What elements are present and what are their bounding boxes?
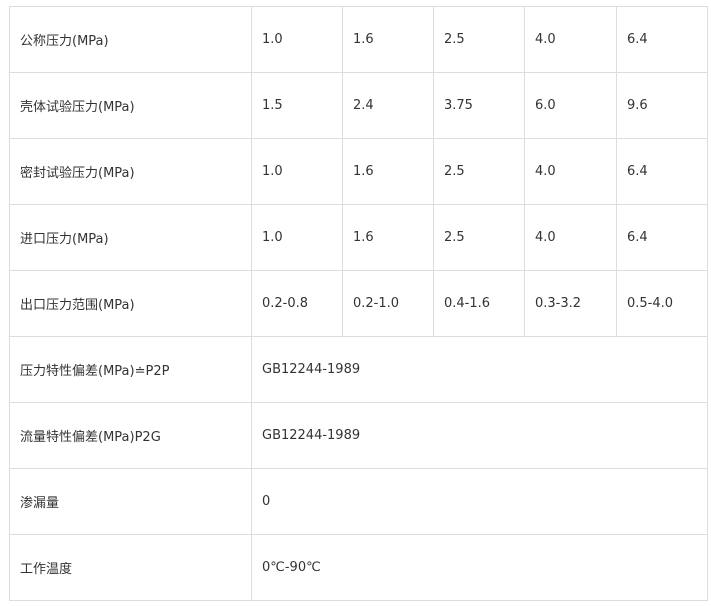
table-cell: 9.6	[616, 72, 708, 139]
row-label: 进口压力(MPa)	[9, 204, 252, 271]
table-cell: 1.5	[251, 72, 343, 139]
table-row: 压力特性偏差(MPa)≐P2P GB12244-1989	[9, 336, 708, 403]
table-cell: 1.6	[342, 204, 434, 271]
table-row: 密封试验压力(MPa) 1.0 1.6 2.5 4.0 6.4	[9, 138, 708, 205]
table-cell: 4.0	[524, 138, 617, 205]
table-cell: 6.4	[616, 6, 708, 73]
table-row: 流量特性偏差(MPa)P2G GB12244-1989	[9, 402, 708, 469]
table-cell-merged: 0℃-90℃	[251, 534, 708, 601]
table-cell: 2.5	[433, 138, 525, 205]
row-label: 壳体试验压力(MPa)	[9, 72, 252, 139]
table-cell: 0.3-3.2	[524, 270, 617, 337]
table-cell: 1.0	[251, 204, 343, 271]
table-cell: 0.2-0.8	[251, 270, 343, 337]
table-cell: 4.0	[524, 6, 617, 73]
table-cell: 2.4	[342, 72, 434, 139]
spec-table: 公称压力(MPa) 1.0 1.6 2.5 4.0 6.4 壳体试验压力(MPa…	[9, 6, 708, 601]
table-cell: 0.4-1.6	[433, 270, 525, 337]
table-row: 进口压力(MPa) 1.0 1.6 2.5 4.0 6.4	[9, 204, 708, 271]
table-cell: 1.6	[342, 6, 434, 73]
table-cell: 2.5	[433, 6, 525, 73]
spec-table-body: 公称压力(MPa) 1.0 1.6 2.5 4.0 6.4 壳体试验压力(MPa…	[9, 6, 708, 601]
table-cell: 6.4	[616, 138, 708, 205]
table-row: 公称压力(MPa) 1.0 1.6 2.5 4.0 6.4	[9, 6, 708, 73]
table-cell: 2.5	[433, 204, 525, 271]
row-label: 密封试验压力(MPa)	[9, 138, 252, 205]
table-cell-merged: 0	[251, 468, 708, 535]
table-row: 工作温度 0℃-90℃	[9, 534, 708, 601]
row-label: 压力特性偏差(MPa)≐P2P	[9, 336, 252, 403]
table-cell-merged: GB12244-1989	[251, 336, 708, 403]
table-cell: 4.0	[524, 204, 617, 271]
table-cell: 1.6	[342, 138, 434, 205]
row-label: 工作温度	[9, 534, 252, 601]
table-cell: 3.75	[433, 72, 525, 139]
table-row: 渗漏量 0	[9, 468, 708, 535]
table-cell: 6.4	[616, 204, 708, 271]
row-label: 公称压力(MPa)	[9, 6, 252, 73]
table-cell: 0.2-1.0	[342, 270, 434, 337]
row-label: 流量特性偏差(MPa)P2G	[9, 402, 252, 469]
table-cell: 6.0	[524, 72, 617, 139]
table-cell-merged: GB12244-1989	[251, 402, 708, 469]
row-label: 渗漏量	[9, 468, 252, 535]
table-cell: 1.0	[251, 138, 343, 205]
table-cell: 0.5-4.0	[616, 270, 708, 337]
table-cell: 1.0	[251, 6, 343, 73]
row-label: 出口压力范围(MPa)	[9, 270, 252, 337]
table-row: 出口压力范围(MPa) 0.2-0.8 0.2-1.0 0.4-1.6 0.3-…	[9, 270, 708, 337]
table-row: 壳体试验压力(MPa) 1.5 2.4 3.75 6.0 9.6	[9, 72, 708, 139]
